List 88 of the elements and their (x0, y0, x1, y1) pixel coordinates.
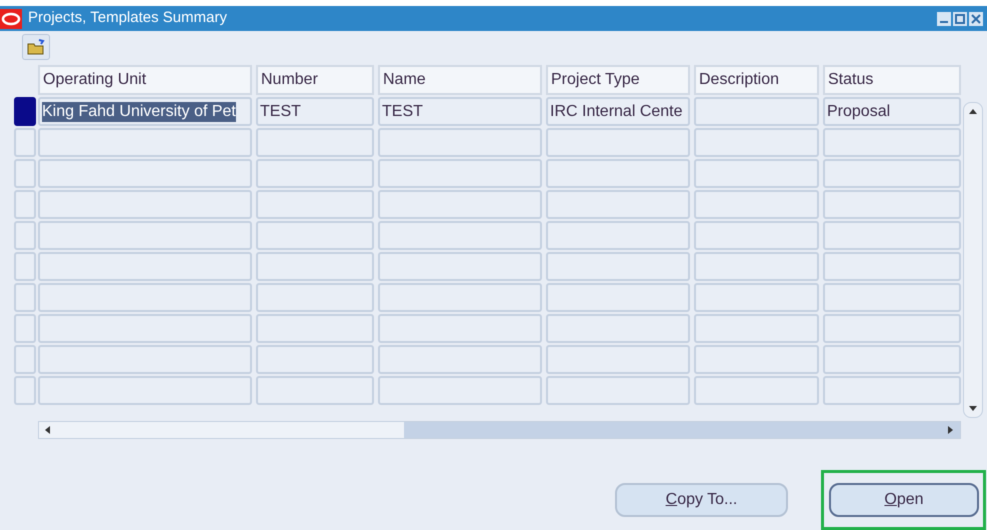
column-header: Project Type (546, 65, 690, 96)
table-cell[interactable] (378, 345, 542, 374)
table-cell[interactable] (38, 252, 252, 282)
table-cell[interactable] (694, 221, 819, 250)
table-cell[interactable] (256, 190, 374, 220)
table-cell[interactable] (38, 345, 252, 374)
table-cell[interactable] (823, 314, 961, 344)
table-cell[interactable] (823, 128, 961, 158)
table-cell[interactable] (378, 190, 542, 220)
table-cell[interactable] (546, 190, 690, 220)
table-cell[interactable] (546, 283, 690, 312)
table-cell[interactable] (256, 314, 374, 344)
table-cell[interactable]: TEST (256, 97, 374, 126)
record-indicator[interactable] (14, 97, 36, 126)
table-cell[interactable]: Proposal (823, 97, 961, 126)
table-cell[interactable] (823, 283, 961, 312)
scroll-up-icon[interactable] (968, 107, 978, 116)
table-cell[interactable] (823, 345, 961, 374)
table-cell[interactable] (546, 252, 690, 282)
table-cell[interactable] (546, 221, 690, 250)
table-cell[interactable] (256, 221, 374, 250)
table-cell[interactable] (378, 376, 542, 406)
scroll-down-icon[interactable] (968, 405, 978, 414)
table-cell[interactable] (256, 283, 374, 312)
table-cell[interactable] (694, 314, 819, 344)
table-cell[interactable] (38, 376, 252, 406)
table-cell[interactable] (823, 159, 961, 188)
table-cell[interactable] (378, 252, 542, 282)
table-cell[interactable] (694, 128, 819, 158)
table-cell[interactable] (256, 159, 374, 188)
horizontal-scrollbar[interactable] (38, 421, 961, 439)
table-cell[interactable] (694, 190, 819, 220)
table-cell[interactable] (546, 345, 690, 374)
table-cell[interactable] (38, 221, 252, 250)
table-cell[interactable] (256, 376, 374, 406)
action-button[interactable]: Copy To... (615, 483, 788, 517)
column-header: Operating Unit (38, 65, 252, 96)
cell-text: TEST (382, 102, 423, 122)
scroll-thumb[interactable] (39, 422, 404, 438)
table-cell[interactable]: IRC Internal Cente (546, 97, 690, 126)
action-button[interactable]: Open (829, 483, 979, 517)
table-cell[interactable] (823, 221, 961, 250)
table-cell[interactable] (546, 159, 690, 188)
table-cell[interactable] (38, 190, 252, 220)
table-cell[interactable] (823, 190, 961, 220)
table-cell[interactable] (38, 159, 252, 188)
table-cell[interactable] (256, 252, 374, 282)
table-cell[interactable] (546, 376, 690, 406)
open-folder-button[interactable] (22, 34, 50, 60)
table-cell[interactable] (823, 376, 961, 406)
table-cell[interactable] (694, 97, 819, 126)
column-header: Status (823, 65, 961, 96)
table-cell[interactable] (378, 283, 542, 312)
column-header: Description (694, 65, 819, 96)
column-header: Name (378, 65, 542, 96)
table-cell[interactable] (694, 159, 819, 188)
cell-text: IRC Internal Cente (550, 102, 683, 122)
table-cell[interactable] (546, 128, 690, 158)
table-cell[interactable] (38, 314, 252, 344)
table-cell[interactable] (546, 314, 690, 344)
folder-icon (27, 39, 45, 56)
table-cell[interactable] (38, 283, 252, 312)
cell-text: Proposal (827, 102, 890, 122)
table-cell[interactable] (378, 128, 542, 158)
table-cell[interactable] (256, 128, 374, 158)
table-cell[interactable] (823, 252, 961, 282)
table-cell[interactable] (378, 314, 542, 344)
vertical-scrollbar[interactable] (963, 102, 983, 418)
table-cell[interactable] (694, 345, 819, 374)
table-cell[interactable] (378, 159, 542, 188)
close-icon[interactable] (969, 12, 983, 26)
scroll-left-icon[interactable] (43, 425, 51, 436)
table-cell[interactable] (694, 376, 819, 406)
table-cell[interactable]: TEST (378, 97, 542, 126)
window-title: Projects, Templates Summary (28, 8, 227, 28)
scroll-right-icon[interactable] (947, 425, 955, 436)
cell-text: TEST (260, 102, 301, 122)
logo-icon (0, 8, 22, 29)
table-cell[interactable] (378, 221, 542, 250)
table-cell[interactable] (38, 128, 252, 158)
maximize-icon[interactable] (953, 12, 967, 26)
table-cell[interactable] (256, 345, 374, 374)
column-header: Number (256, 65, 374, 96)
table-cell[interactable] (694, 252, 819, 282)
minimize-icon[interactable] (937, 12, 951, 26)
table-cell[interactable] (694, 283, 819, 312)
cell-text: King Fahd University of Pet (42, 102, 236, 122)
table-cell[interactable]: King Fahd University of Pet (38, 97, 252, 126)
